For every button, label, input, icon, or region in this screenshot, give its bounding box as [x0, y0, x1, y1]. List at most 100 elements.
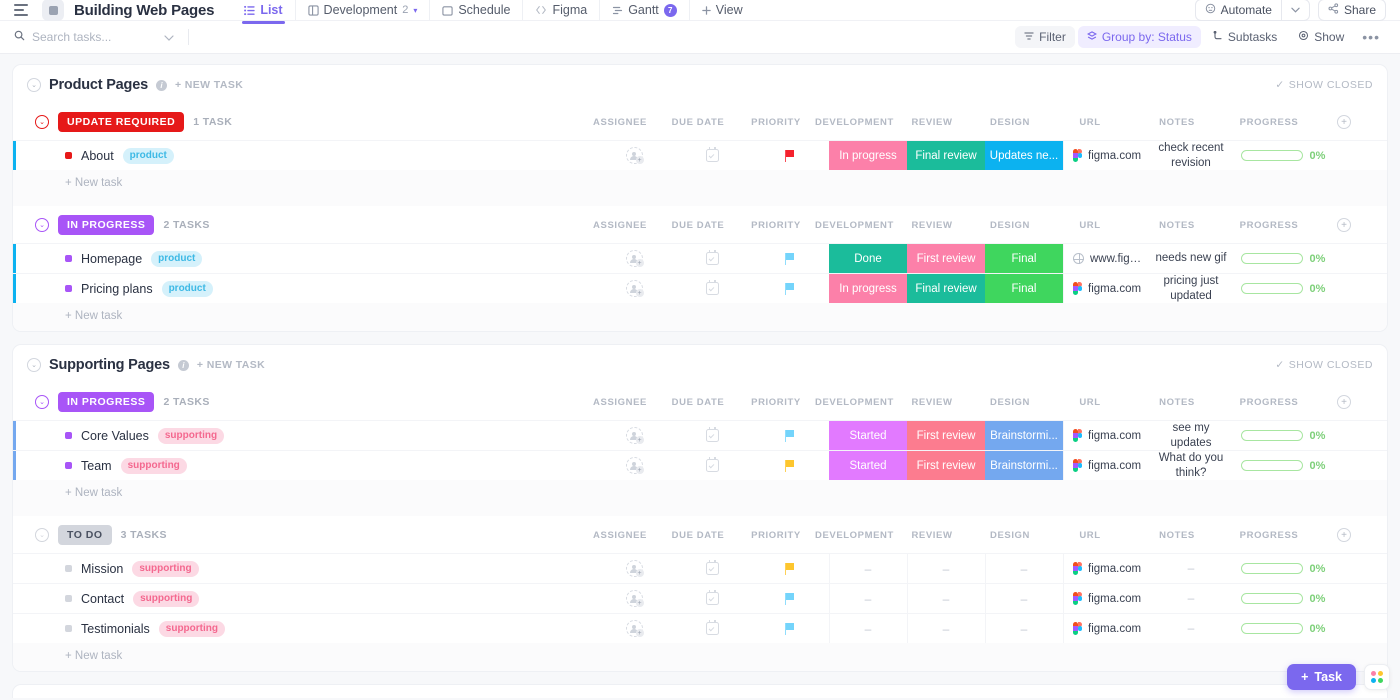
task-name-cell[interactable]: Core Values supporting: [13, 421, 595, 450]
development-cell[interactable]: –: [829, 584, 907, 613]
column-header-development[interactable]: DEVELOPMENT: [815, 530, 893, 541]
task-tag[interactable]: supporting: [157, 427, 225, 444]
column-header-review[interactable]: REVIEW: [893, 530, 971, 541]
priority-cell[interactable]: [751, 451, 829, 480]
search-input[interactable]: Search tasks...: [14, 28, 174, 46]
apps-grid-button[interactable]: [1364, 664, 1390, 690]
tab-add-view[interactable]: View: [688, 0, 755, 20]
status-dot-icon[interactable]: [65, 152, 72, 159]
review-cell[interactable]: Final review: [907, 141, 985, 170]
review-cell[interactable]: First review: [907, 451, 985, 480]
column-header-assignee[interactable]: ASSIGNEE: [581, 397, 659, 408]
development-cell[interactable]: In progress: [829, 141, 907, 170]
status-badge[interactable]: IN PROGRESS: [58, 215, 155, 235]
notes-cell[interactable]: –: [1145, 584, 1237, 613]
column-header-review[interactable]: REVIEW: [893, 117, 971, 128]
show-closed-button[interactable]: ✓ SHOW CLOSED: [1275, 79, 1373, 91]
task-tag[interactable]: supporting: [132, 560, 199, 577]
column-header-design[interactable]: DESIGN: [971, 530, 1049, 541]
add-task-button[interactable]: + Task: [1287, 664, 1356, 690]
task-tag[interactable]: product: [161, 280, 213, 297]
column-header-priority[interactable]: PRIORITY: [737, 530, 815, 541]
add-column-button[interactable]: +: [1315, 528, 1373, 542]
url-cell[interactable]: figma.com: [1063, 141, 1145, 170]
assignee-cell[interactable]: +: [595, 141, 673, 170]
status-dot-icon[interactable]: [65, 432, 72, 439]
add-assignee-icon[interactable]: +: [625, 457, 644, 474]
column-header-development[interactable]: DEVELOPMENT: [815, 117, 893, 128]
menu-icon[interactable]: [14, 4, 28, 16]
development-cell[interactable]: In progress: [829, 274, 907, 303]
notes-cell[interactable]: –: [1145, 614, 1237, 643]
progress-bar[interactable]: [1240, 253, 1303, 264]
column-header-url[interactable]: URL: [1049, 397, 1131, 408]
add-new-task-row[interactable]: + New task: [13, 480, 1387, 508]
design-cell[interactable]: Brainstormi...: [985, 451, 1063, 480]
collapse-group-icon[interactable]: ⌄: [35, 528, 49, 542]
design-cell[interactable]: Updates ne...: [985, 141, 1063, 170]
assignee-cell[interactable]: +: [595, 451, 673, 480]
status-dot-icon[interactable]: [65, 565, 72, 572]
collapse-group-icon[interactable]: ⌄: [35, 115, 49, 129]
review-cell[interactable]: –: [907, 554, 985, 583]
add-assignee-icon[interactable]: +: [625, 560, 644, 577]
notes-cell[interactable]: –: [1145, 554, 1237, 583]
url-cell[interactable]: figma.com: [1063, 274, 1145, 303]
column-header-notes[interactable]: NOTES: [1131, 530, 1223, 541]
tab-gantt[interactable]: Gantt 7: [599, 0, 689, 20]
notes-cell[interactable]: see my updates: [1145, 421, 1237, 450]
development-cell[interactable]: –: [829, 554, 907, 583]
table-row[interactable]: Core Values supporting + Started First re…: [13, 420, 1387, 450]
assignee-cell[interactable]: +: [595, 244, 673, 273]
design-cell[interactable]: –: [985, 554, 1063, 583]
column-header-priority[interactable]: PRIORITY: [737, 117, 815, 128]
progress-cell[interactable]: 0%: [1237, 244, 1329, 273]
column-header-assignee[interactable]: ASSIGNEE: [581, 530, 659, 541]
add-column-button[interactable]: +: [1315, 395, 1373, 409]
design-cell[interactable]: Brainstormi...: [985, 421, 1063, 450]
url-cell[interactable]: figma.com: [1063, 554, 1145, 583]
task-tag[interactable]: supporting: [133, 590, 200, 607]
tab-development[interactable]: Development 2 ▾: [294, 0, 430, 20]
progress-bar[interactable]: [1240, 593, 1303, 604]
priority-cell[interactable]: [751, 141, 829, 170]
new-task-link[interactable]: + NEW TASK: [175, 79, 243, 91]
column-header-notes[interactable]: NOTES: [1131, 117, 1223, 128]
assignee-cell[interactable]: +: [595, 274, 673, 303]
collapse-section-icon[interactable]: ⌄: [27, 358, 41, 372]
column-header-design[interactable]: DESIGN: [971, 220, 1049, 231]
priority-cell[interactable]: [751, 554, 829, 583]
add-assignee-icon[interactable]: +: [625, 280, 644, 297]
table-row[interactable]: Team supporting + Started First review Bra…: [13, 450, 1387, 480]
column-header-assignee[interactable]: ASSIGNEE: [581, 220, 659, 231]
status-dot-icon[interactable]: [65, 285, 72, 292]
notes-cell[interactable]: What do you think?: [1145, 451, 1237, 480]
development-cell[interactable]: –: [829, 614, 907, 643]
column-header-notes[interactable]: NOTES: [1131, 397, 1223, 408]
show-button[interactable]: Show: [1289, 26, 1353, 48]
priority-cell[interactable]: [751, 584, 829, 613]
status-dot-icon[interactable]: [65, 625, 72, 632]
group-by-button[interactable]: Group by: Status: [1077, 26, 1201, 48]
notes-cell[interactable]: needs new gif: [1145, 244, 1237, 273]
due-date-cell[interactable]: [673, 614, 751, 643]
review-cell[interactable]: Final review: [907, 274, 985, 303]
table-row[interactable]: Homepage product + Done First review Final…: [13, 243, 1387, 273]
column-header-priority[interactable]: PRIORITY: [737, 397, 815, 408]
status-badge[interactable]: IN PROGRESS: [58, 392, 155, 412]
progress-cell[interactable]: 0%: [1237, 451, 1329, 480]
task-tag[interactable]: product: [122, 147, 174, 164]
column-header-design[interactable]: DESIGN: [971, 397, 1049, 408]
info-icon[interactable]: i: [177, 359, 189, 371]
notes-cell[interactable]: pricing just updated: [1145, 274, 1237, 303]
tab-list[interactable]: List: [232, 0, 294, 24]
progress-cell[interactable]: 0%: [1237, 421, 1329, 450]
url-cell[interactable]: www.figma.co: [1063, 244, 1145, 273]
column-header-notes[interactable]: NOTES: [1131, 220, 1223, 231]
design-cell[interactable]: Final: [985, 244, 1063, 273]
more-options-button[interactable]: •••: [1356, 30, 1386, 44]
table-row[interactable]: Mission supporting + – – – figma.com – 0…: [13, 553, 1387, 583]
due-date-cell[interactable]: [673, 141, 751, 170]
status-dot-icon[interactable]: [65, 255, 72, 262]
development-cell[interactable]: Done: [829, 244, 907, 273]
